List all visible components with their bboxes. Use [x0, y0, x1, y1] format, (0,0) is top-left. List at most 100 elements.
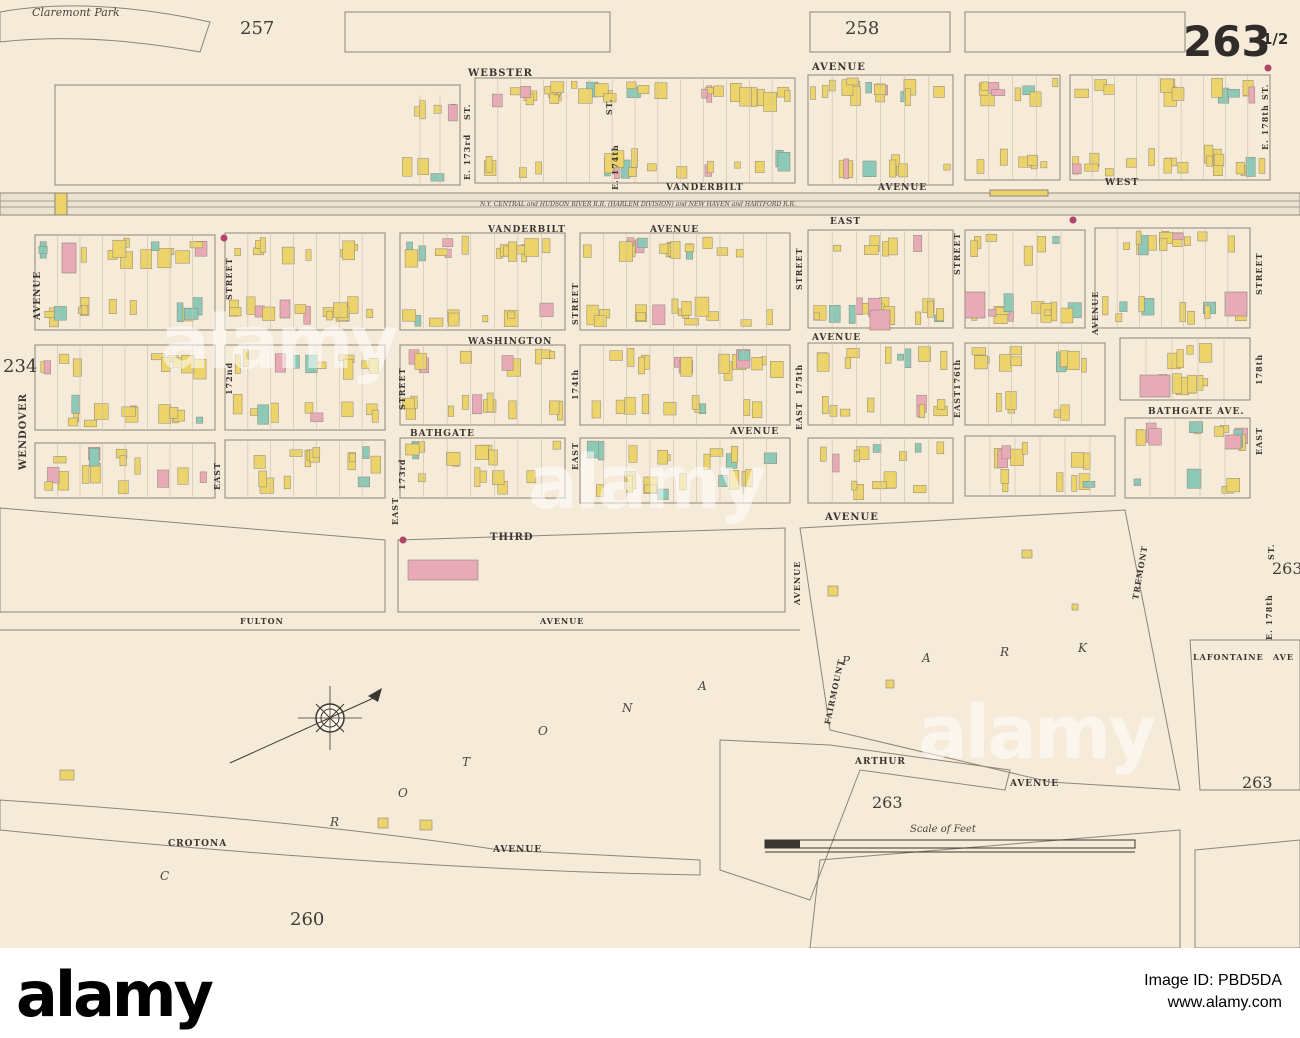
building-footprint — [157, 469, 169, 488]
sheet-fraction: 1/2 — [1262, 30, 1288, 48]
building-footprint — [637, 85, 650, 95]
building-footprint — [81, 305, 89, 315]
building-footprint — [83, 419, 97, 428]
building-footprint — [1197, 375, 1204, 391]
park-building — [419, 819, 433, 831]
building-footprint — [357, 476, 370, 488]
building-footprint — [304, 402, 314, 414]
building-footprint — [175, 250, 190, 264]
building-footprint — [1214, 153, 1225, 167]
building-footprint — [743, 399, 751, 416]
building-footprint — [108, 299, 117, 314]
building-footprint — [492, 93, 503, 108]
street-178th: 178th — [1254, 354, 1264, 385]
building-footprint — [258, 470, 267, 488]
building-footprint — [839, 408, 851, 417]
building-footprint — [488, 449, 498, 466]
building-footprint — [737, 350, 751, 361]
building-footprint — [872, 444, 882, 453]
park-building — [59, 769, 75, 781]
building-footprint — [134, 457, 141, 475]
street-third: THIRD — [490, 532, 534, 543]
building-footprint — [281, 246, 295, 265]
building-footprint — [404, 249, 419, 268]
street-bathgate-avenue: AVENUE — [729, 427, 779, 437]
building-footprint — [1082, 481, 1096, 488]
building-footprint — [899, 451, 907, 461]
building-footprint — [740, 319, 752, 327]
building-footprint — [1189, 421, 1203, 433]
building-footprint — [904, 348, 912, 368]
building-footprint — [578, 88, 593, 104]
park-building — [377, 817, 389, 829]
building-footprint — [405, 443, 420, 456]
street-172-label: STREET — [224, 257, 234, 300]
building-footprint — [701, 88, 708, 99]
building-footprint — [999, 354, 1013, 372]
building-footprint — [1227, 235, 1235, 253]
park-letter: A — [921, 651, 931, 665]
building-footprint — [1084, 163, 1099, 172]
building-footprint — [691, 395, 700, 410]
building-footprint — [940, 350, 948, 370]
building-footprint — [1104, 168, 1114, 177]
building-footprint — [1119, 301, 1128, 312]
building-footprint — [913, 235, 923, 252]
building-footprint — [654, 82, 668, 99]
building-footprint — [872, 481, 887, 490]
building-footprint — [846, 348, 860, 359]
building-footprint — [707, 160, 714, 173]
building-footprint — [1126, 158, 1137, 168]
street-west: WEST — [1104, 178, 1139, 188]
street-173-label: STREET — [397, 367, 407, 410]
building-footprint — [853, 449, 861, 462]
building-footprint — [914, 443, 922, 453]
building-footprint — [72, 358, 82, 377]
building-footprint — [735, 249, 744, 258]
building-footprint — [828, 305, 841, 323]
building-footprint — [844, 357, 852, 369]
park-letter: O — [538, 724, 548, 738]
building-footprint — [510, 87, 522, 96]
building-footprint — [874, 83, 887, 95]
building-footprint — [1001, 445, 1011, 460]
building-footprint — [1187, 375, 1198, 394]
street-webster-avenue: AVENUE — [811, 62, 866, 73]
building-footprint — [362, 446, 370, 459]
building-footprint — [1074, 88, 1089, 98]
building-footprint — [843, 158, 849, 179]
building-footprint — [1044, 309, 1052, 316]
building-footprint — [943, 163, 951, 171]
watermark: alamy — [528, 440, 767, 526]
building-footprint — [234, 248, 241, 257]
building-footprint — [474, 467, 481, 487]
building-footprint — [591, 400, 601, 419]
building-footprint — [702, 236, 713, 249]
building-footprint — [1081, 358, 1087, 373]
building-footprint — [628, 167, 637, 177]
building-footprint — [1029, 91, 1042, 107]
building-footprint — [734, 161, 741, 169]
building-footprint — [865, 82, 872, 94]
building-footprint — [821, 85, 829, 98]
building-footprint — [937, 399, 946, 410]
building-footprint — [418, 245, 426, 262]
building-footprint — [641, 394, 649, 415]
brick-building — [1139, 374, 1171, 398]
building-footprint — [1184, 236, 1191, 246]
alamy-logo[interactable]: alamy — [16, 958, 214, 1031]
building-footprint — [974, 355, 988, 370]
street-fulton: FULTON — [240, 616, 284, 626]
building-footprint — [647, 163, 657, 172]
building-footprint — [1171, 87, 1185, 101]
street-173-east: EAST — [390, 497, 400, 525]
building-footprint — [535, 348, 542, 365]
street-174-label: STREET — [570, 282, 580, 325]
building-footprint — [856, 297, 863, 315]
building-footprint — [501, 355, 514, 371]
building-footprint — [1211, 78, 1223, 98]
street-176-east: EAST — [952, 390, 962, 418]
building-footprint — [80, 247, 87, 263]
building-footprint — [754, 161, 765, 173]
footer-url[interactable]: www.alamy.com — [1144, 992, 1282, 1014]
